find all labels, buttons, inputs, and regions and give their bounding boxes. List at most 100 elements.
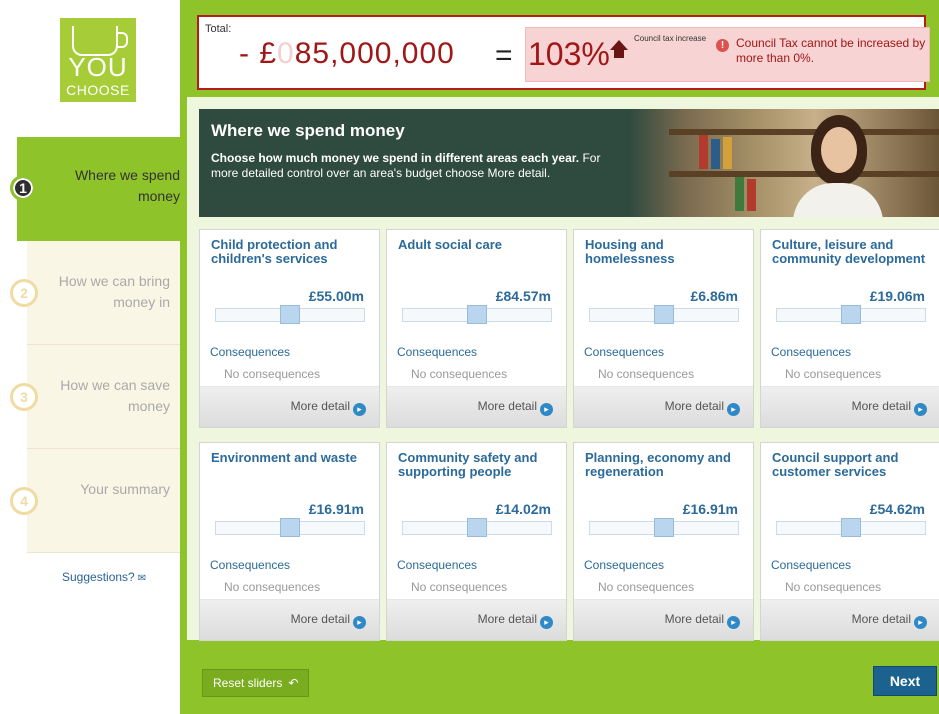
more-detail-link[interactable]: More detail ▸ (291, 612, 366, 629)
step-your-summary[interactable]: 4 Your summary (10, 449, 180, 553)
more-detail-link[interactable]: More detail ▸ (665, 612, 740, 629)
info-icon: ▸ (353, 403, 366, 416)
step-label: Your summary (80, 481, 170, 497)
card-amount: £84.57m (495, 288, 551, 304)
slider-handle[interactable] (280, 305, 300, 324)
consequences-label: Consequences (397, 558, 478, 572)
council-tax-warning-area: 103% Council tax increase ! Council Tax … (525, 27, 930, 82)
budget-slider[interactable] (402, 518, 552, 537)
slider-handle[interactable] (467, 305, 487, 324)
speech-bubble-icon: ✉ (137, 573, 147, 584)
consequences-label: Consequences (397, 345, 478, 359)
amount-value: 85,000,000 (294, 37, 455, 70)
step-label: Where we spend money (74, 167, 180, 204)
student-face (821, 127, 857, 173)
info-icon: ▸ (540, 403, 553, 416)
more-detail-link[interactable]: More detail ▸ (665, 399, 740, 416)
step-where-we-spend[interactable]: 1 Where we spend money (10, 137, 180, 241)
slider-handle[interactable] (841, 305, 861, 324)
council-tax-percent: 103% (528, 36, 610, 72)
step-number-icon: 3 (10, 383, 38, 411)
step-bring-money-in[interactable]: 2 How we can bring money in (10, 241, 180, 345)
budget-slider[interactable] (776, 305, 926, 324)
slider-handle[interactable] (467, 518, 487, 537)
suggestions-link[interactable]: Suggestions? ✉ (62, 570, 146, 584)
council-tax-warning: Council Tax cannot be increased by more … (736, 36, 926, 65)
card-title: Community safety and supporting people (398, 450, 538, 479)
logo-text-you: YOU (68, 52, 128, 82)
more-detail-label: More detail (851, 399, 911, 413)
cup-handle-icon (116, 32, 128, 48)
step-number-icon: 4 (10, 487, 38, 515)
warning-icon: ! (716, 39, 729, 52)
card-amount: £16.91m (308, 501, 364, 517)
more-detail-label: More detail (851, 612, 911, 626)
you-choose-logo: YOU CHOOSE (60, 18, 136, 102)
next-button[interactable]: Next (873, 666, 937, 696)
card-footer: More detail ▸ (200, 386, 379, 427)
more-detail-link[interactable]: More detail ▸ (478, 612, 553, 629)
step-label: How we can bring money in (58, 273, 170, 310)
more-detail-link[interactable]: More detail ▸ (852, 612, 927, 629)
consequences-label: Consequences (210, 558, 291, 572)
budget-slider[interactable] (402, 305, 552, 324)
amount-prefix: - £ (239, 37, 278, 70)
slider-handle[interactable] (654, 305, 674, 324)
reset-label: Reset sliders (213, 676, 283, 690)
consequences-text: No consequences (224, 580, 321, 594)
info-icon: ▸ (914, 616, 927, 629)
card-title: Council support and customer services (772, 450, 899, 479)
suggestions-label: Suggestions? (62, 570, 135, 584)
budget-slider[interactable] (589, 518, 739, 537)
info-icon: ▸ (727, 403, 740, 416)
up-arrow-icon (610, 40, 628, 58)
book (711, 139, 720, 169)
info-icon: ▸ (727, 616, 740, 629)
more-detail-link[interactable]: More detail ▸ (852, 399, 927, 416)
more-detail-link[interactable]: More detail ▸ (478, 399, 553, 416)
council-tax-increase-label: Council tax increase (634, 34, 707, 43)
card-amount: £54.62m (869, 501, 925, 517)
consequences-text: No consequences (411, 580, 508, 594)
total-label: Total: (205, 23, 232, 35)
card-title: Culture, leisure and community developme… (772, 237, 926, 266)
budget-card: Adult social care £84.57m Consequences N… (386, 229, 567, 428)
consequences-text: No consequences (785, 580, 882, 594)
budget-slider[interactable] (589, 305, 739, 324)
logo-text-choose: CHOOSE (66, 82, 130, 98)
card-footer: More detail ▸ (200, 599, 379, 640)
budget-slider[interactable] (215, 305, 365, 324)
shelf (669, 129, 939, 135)
budget-card: Housing and homelessness £6.86m Conseque… (573, 229, 754, 428)
more-detail-label: More detail (664, 399, 724, 413)
info-icon: ▸ (540, 616, 553, 629)
book (723, 137, 732, 169)
slider-handle[interactable] (280, 518, 300, 537)
book (735, 177, 744, 211)
book (747, 179, 756, 211)
budget-card: Community safety and supporting people £… (386, 442, 567, 641)
card-title: Child protection and children's services (211, 237, 338, 266)
budget-slider[interactable] (215, 518, 365, 537)
slider-handle[interactable] (654, 518, 674, 537)
consequences-label: Consequences (771, 558, 852, 572)
student-body (793, 183, 883, 217)
reset-arrow-icon: ↶ (288, 676, 299, 690)
card-footer: More detail ▸ (387, 386, 566, 427)
library-photo (629, 109, 939, 217)
budget-total-box: Total: - £085,000,000 = 103% Council tax… (197, 15, 930, 90)
budget-slider[interactable] (776, 518, 926, 537)
equals-sign: = (495, 39, 513, 72)
step-save-money[interactable]: 3 How we can save money (10, 345, 180, 449)
more-detail-label: More detail (477, 399, 537, 413)
section-hero-banner: Where we spend money Choose how much mon… (199, 109, 939, 217)
spend-content: Where we spend money Choose how much mon… (187, 97, 939, 641)
slider-handle[interactable] (841, 518, 861, 537)
budget-card: Culture, leisure and community developme… (760, 229, 939, 428)
description-bold: Choose how much money we spend in differ… (211, 151, 580, 165)
card-amount: £16.91m (682, 501, 738, 517)
reset-sliders-button[interactable]: Reset sliders ↶ (202, 669, 310, 697)
section-description: Choose how much money we spend in differ… (211, 151, 621, 181)
card-title: Housing and homelessness (585, 237, 675, 266)
more-detail-link[interactable]: More detail ▸ (291, 399, 366, 416)
